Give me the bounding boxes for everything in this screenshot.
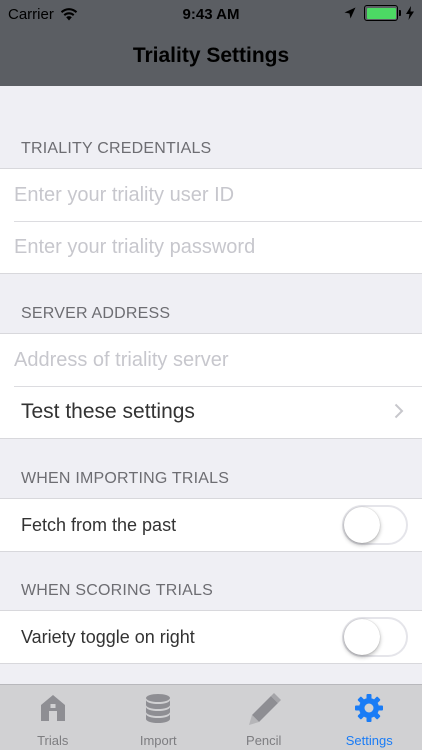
tab-bar: Trials Import Pencil Settings [0, 684, 422, 750]
fetch-past-toggle[interactable] [342, 505, 408, 545]
pencil-icon [248, 693, 281, 725]
server-address-input[interactable] [0, 334, 422, 386]
user-id-input[interactable] [0, 169, 422, 221]
tab-pencil[interactable]: Pencil [211, 685, 317, 750]
house-icon [40, 695, 65, 721]
toggle-knob [344, 507, 380, 543]
variety-toggle-label: Variety toggle on right [21, 626, 195, 647]
server-group: Test these settings [0, 333, 422, 439]
test-settings-button[interactable]: Test these settings [0, 386, 422, 438]
password-input[interactable] [0, 221, 422, 273]
user-id-row [0, 169, 422, 221]
tab-import[interactable]: Import [106, 685, 212, 750]
tab-label-pencil: Pencil [246, 733, 282, 748]
status-bar: Carrier 9:43 AM [0, 0, 422, 30]
tab-trials[interactable]: Trials [0, 685, 106, 750]
status-right [344, 5, 414, 21]
charging-icon [406, 6, 414, 20]
credentials-group [0, 168, 422, 274]
variety-toggle-row: Variety toggle on right [0, 611, 422, 663]
section-header-server: SERVER ADDRESS [21, 305, 171, 322]
section-header-importing: WHEN IMPORTING TRIALS [21, 470, 230, 487]
variety-toggle[interactable] [342, 617, 408, 657]
importing-group: Fetch from the past [0, 498, 422, 552]
tab-label-trials: Trials [37, 733, 69, 748]
password-row [0, 221, 422, 273]
navigation-bar: Triality Settings [0, 30, 422, 86]
toggle-knob [344, 619, 380, 655]
gear-icon [355, 694, 384, 722]
section-header-scoring: WHEN SCORING TRIALS [21, 582, 213, 599]
chevron-right-icon [394, 403, 404, 419]
location-arrow-icon [344, 7, 356, 19]
fetch-past-row: Fetch from the past [0, 499, 422, 551]
tab-settings[interactable]: Settings [317, 685, 422, 750]
section-header-credentials: TRIALITY CREDENTIALS [21, 140, 212, 157]
scoring-group: Variety toggle on right [0, 610, 422, 664]
test-settings-label: Test these settings [21, 400, 195, 423]
database-icon [146, 694, 171, 723]
battery-icon [364, 5, 401, 21]
fetch-past-label: Fetch from the past [21, 514, 177, 535]
tab-label-import: Import [139, 733, 177, 748]
server-address-row [0, 334, 422, 386]
tab-label-settings: Settings [345, 733, 393, 748]
page-title: Triality Settings [132, 44, 290, 67]
